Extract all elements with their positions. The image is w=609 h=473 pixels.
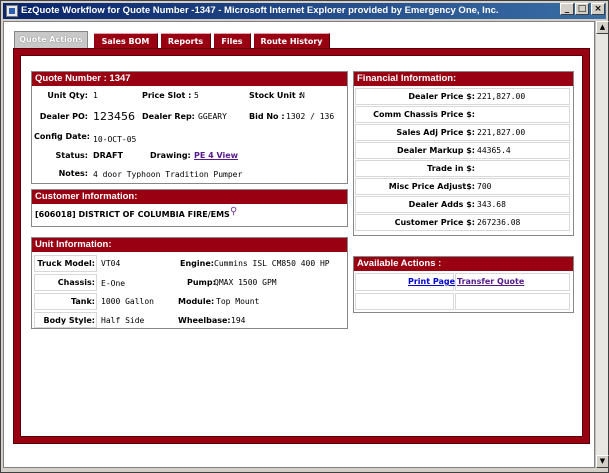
financial-row-label: Sales Adj Price $: — [396, 128, 475, 137]
dealer-rep-label: Dealer Rep: — [142, 112, 195, 121]
customer-header: Customer Information: — [32, 190, 347, 204]
actions-panel: Available Actions : Print Page Transfer … — [353, 256, 574, 313]
status-value: DRAFT — [93, 151, 123, 160]
truck-model-label: Truck Model: — [37, 259, 95, 268]
chassis-value: E-One — [101, 279, 126, 288]
financial-row-label: Customer Price $: — [394, 218, 475, 227]
transfer-quote-link[interactable]: Transfer Quote — [457, 277, 524, 286]
browser-window: EzQuote Workflow for Quote Number -1347 … — [0, 0, 609, 473]
quote-panel: Quote Number : 1347 Unit Qty: 1 Price Sl… — [31, 71, 348, 184]
wheelbase-label: Wheelbase: — [178, 316, 231, 325]
tank-value: 1000 Gallon — [101, 297, 154, 306]
customer-panel: Customer Information: [606018] DISTRICT … — [31, 189, 348, 227]
financial-row-value: 700 — [477, 182, 492, 191]
unit-header: Unit Information: — [32, 238, 347, 252]
body-style-label: Body Style: — [43, 316, 96, 325]
module-value: Top Mount — [216, 297, 260, 306]
content-frame: Quote Number : 1347 Unit Qty: 1 Price Sl… — [13, 48, 590, 444]
engine-label: Engine: — [180, 259, 214, 268]
bid-no-label: Bid No : — [249, 112, 285, 121]
tank-label: Tank: — [70, 297, 95, 306]
notes-value: 4 door Typhoon Tradition Pumper — [93, 170, 243, 179]
tab-files[interactable]: Files — [214, 33, 251, 48]
quote-header: Quote Number : 1347 — [32, 72, 347, 86]
scroll-up-button[interactable]: ▲ — [596, 21, 609, 34]
actions-header: Available Actions : — [354, 257, 573, 271]
bid-no-value: 1302 / 136 — [286, 112, 335, 121]
dealer-po-value: 123456 — [93, 110, 135, 123]
price-slot-label: Price Slot : — [142, 91, 192, 100]
tab-sales-bom[interactable]: Sales BOM — [94, 33, 158, 48]
dealer-rep-value: GGEARY — [198, 112, 227, 121]
financial-header: Financial Information: — [354, 72, 573, 86]
search-icon[interactable]: ⚲ — [230, 206, 237, 217]
financial-row-label: Misc Price Adjust$: — [388, 182, 475, 191]
ie-page-icon — [6, 5, 18, 17]
window-title: EzQuote Workflow for Quote Number -1347 … — [21, 5, 499, 16]
stock-unit-value: N — [300, 91, 305, 100]
unit-qty-value: 1 — [93, 91, 98, 100]
financial-panel: Financial Information: Dealer Price $: 2… — [353, 71, 574, 236]
body-style-value: Half Side — [101, 316, 145, 325]
financial-row-label: Dealer Markup $: — [397, 146, 475, 155]
truck-model-value: VT04 — [101, 259, 121, 268]
financial-row-label: Comm Chassis Price $: — [373, 110, 475, 119]
print-page-link[interactable]: Print Page — [408, 277, 455, 286]
price-slot-value: 5 — [194, 91, 199, 100]
financial-row-value: 343.68 — [477, 200, 506, 209]
tab-quote-actions[interactable]: Quote Actions — [14, 31, 88, 48]
pump-label: Pump: — [187, 278, 216, 287]
vertical-scrollbar[interactable]: ▲ ▼ — [595, 21, 609, 468]
content-area: Quote Number : 1347 Unit Qty: 1 Price Sl… — [20, 55, 583, 437]
chassis-label: Chassis: — [57, 278, 95, 287]
financial-row-label: Dealer Price $: — [408, 92, 475, 101]
unit-qty-label: Unit Qty: — [47, 91, 88, 100]
notes-label: Notes: — [58, 169, 88, 178]
maximize-button[interactable]: □ — [575, 3, 589, 15]
financial-row-value: 221,827.00 — [477, 128, 526, 137]
financial-row-value: 44365.4 — [477, 146, 511, 155]
title-bar: EzQuote Workflow for Quote Number -1347 … — [3, 3, 606, 19]
scroll-down-button[interactable]: ▼ — [596, 455, 609, 468]
tab-route-history[interactable]: Route History — [254, 33, 330, 48]
dealer-po-label: Dealer PO: — [39, 112, 88, 121]
tab-reports[interactable]: Reports — [161, 33, 211, 48]
financial-row-label: Trade in $: — [427, 164, 475, 173]
module-label: Module: — [178, 297, 215, 306]
engine-value: Cummins ISL CM850 400 HP — [214, 259, 330, 268]
browser-content: Quote Actions Sales BOM Reports Files Ro… — [3, 21, 595, 468]
drawing-label: Drawing: — [150, 151, 191, 160]
stock-unit-label: Stock Unit : — [249, 91, 302, 100]
config-date-label: Config Date: — [34, 132, 90, 141]
financial-row-value: 221,827.00 — [477, 92, 526, 101]
unit-panel: Unit Information: Truck Model: VT04 Engi… — [31, 237, 348, 329]
pump-value: QMAX 1500 GPM — [214, 278, 277, 287]
financial-row-value: 267236.08 — [477, 218, 521, 227]
drawing-link[interactable]: PE 4 View — [194, 151, 238, 160]
close-button[interactable]: × — [591, 3, 605, 15]
status-label: Status: — [55, 151, 88, 160]
minimize-button[interactable]: _ — [560, 3, 574, 15]
wheelbase-value: 194 — [231, 316, 246, 325]
customer-name: [606018] DISTRICT OF COLUMBIA FIRE/EMS — [35, 210, 230, 219]
financial-row-label: Dealer Adds $: — [408, 200, 475, 209]
config-date-value: 10-OCT-05 — [93, 135, 137, 144]
